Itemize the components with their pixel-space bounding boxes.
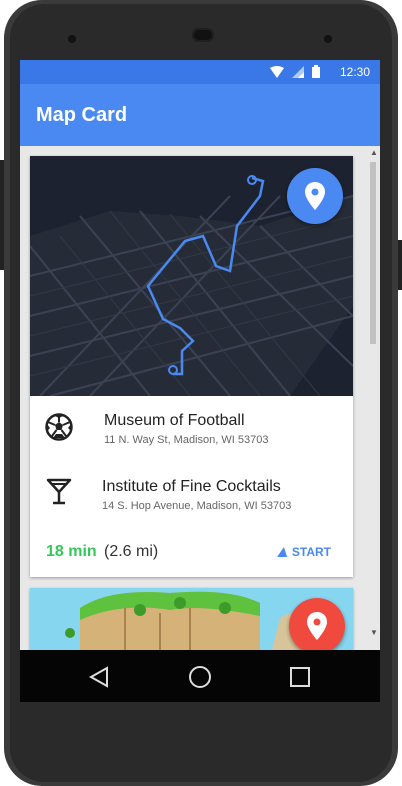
scroll-down-arrow-icon[interactable]: ▼: [370, 628, 378, 637]
signal-icon: [292, 66, 304, 78]
map-pin-icon: [305, 182, 325, 210]
sensor: [324, 35, 332, 43]
app-title: Map Card: [36, 104, 128, 126]
travel-time: 18 min: [46, 543, 97, 560]
start-label: START: [291, 545, 331, 559]
navigation-arrow-icon: [277, 547, 289, 557]
location-address: 11 N. Way St, Madison, WI 53703: [104, 434, 269, 446]
scroll-up-arrow-icon[interactable]: ▲: [370, 148, 378, 157]
location-fab[interactable]: [287, 168, 343, 224]
scrollbar[interactable]: ▲ ▼: [368, 148, 378, 648]
start-button[interactable]: START: [277, 545, 331, 559]
volume-button: [0, 160, 4, 270]
recents-icon[interactable]: [290, 667, 310, 687]
location-fab-red[interactable]: [289, 598, 345, 650]
card-footer: 18 min (2.6 mi) START: [30, 529, 353, 577]
location-address: 14 S. Hop Avenue, Madison, WI 53703: [102, 500, 292, 512]
list-item[interactable]: Museum of Football 11 N. Way St, Madison…: [30, 396, 353, 462]
power-button: [398, 240, 402, 290]
cocktail-icon: [46, 478, 72, 505]
status-time: 12:30: [339, 65, 370, 79]
home-icon[interactable]: [188, 665, 212, 689]
location-name: Museum of Football: [104, 412, 245, 429]
location-name: Institute of Fine Cocktails: [102, 478, 281, 495]
speaker-grille: [192, 28, 214, 42]
travel-distance: (2.6 mi): [104, 543, 159, 560]
navigation-bar: [20, 650, 380, 702]
status-bar: 12:30: [20, 60, 380, 84]
map-pin-icon: [307, 612, 327, 640]
scroll-thumb[interactable]: [370, 162, 376, 344]
app-bar: Map Card: [20, 84, 380, 146]
battery-icon: [312, 65, 320, 78]
soccer-ball-icon: [45, 413, 73, 441]
front-camera: [68, 35, 76, 43]
back-icon[interactable]: [88, 666, 110, 688]
list-item[interactable]: Institute of Fine Cocktails 14 S. Hop Av…: [30, 462, 353, 524]
map-view[interactable]: [30, 156, 353, 396]
map-card: Museum of Football 11 N. Way St, Madison…: [30, 156, 353, 577]
screen: 12:30 Map Card ▲ ▼ Museum of Football 11…: [20, 60, 380, 650]
wifi-icon: [270, 66, 284, 78]
